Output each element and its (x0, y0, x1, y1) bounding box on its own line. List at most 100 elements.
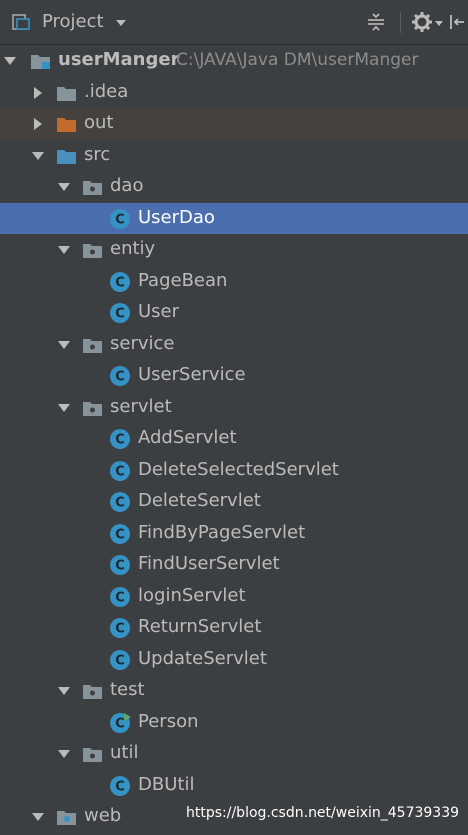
package-label: service (110, 332, 175, 354)
class-label: FindUserServlet (138, 553, 280, 574)
project-toolbar: Project (0, 0, 468, 45)
svg-text:C: C (115, 212, 125, 227)
chevron-down-icon[interactable] (57, 684, 71, 698)
svg-text:C: C (115, 370, 125, 385)
tree-row-deleteservlet[interactable]: C DeleteServlet (0, 486, 468, 518)
chevron-down-icon[interactable] (57, 747, 71, 761)
chevron-right-icon[interactable] (31, 86, 45, 100)
package-label: servlet (110, 395, 172, 417)
chevron-down-icon[interactable] (31, 810, 45, 824)
package-icon (83, 401, 102, 416)
java-class-icon: C (110, 523, 130, 544)
tree-row-addservlet[interactable]: C AddServlet (0, 423, 468, 455)
source-folder-icon (57, 149, 76, 164)
web-folder-icon (57, 811, 76, 825)
tree-row-userservice[interactable]: C UserService (0, 360, 468, 392)
project-root-path: C:\JAVA\Java DM\userManger (176, 50, 419, 70)
svg-text:C: C (115, 590, 125, 605)
chevron-down-icon[interactable] (3, 54, 17, 68)
package-label: entiy (110, 238, 156, 259)
class-label: UserDao (138, 206, 215, 228)
package-icon (83, 748, 102, 762)
chevron-down-icon[interactable] (31, 149, 45, 163)
java-class-icon: C (110, 775, 130, 796)
tree-row-service[interactable]: service (0, 329, 468, 361)
tree-row-out[interactable]: out (0, 108, 468, 140)
class-label: Person (138, 710, 199, 732)
gear-icon[interactable] (411, 11, 433, 33)
tree-row-person[interactable]: C Person (0, 707, 468, 739)
tree-row-deleteselectedservlet[interactable]: C DeleteSelectedServlet (0, 455, 468, 487)
folder-label: src (84, 143, 111, 165)
package-label: dao (110, 175, 144, 196)
excluded-folder-icon (57, 118, 76, 132)
chevron-down-icon[interactable] (57, 401, 71, 415)
chevron-down-icon[interactable] (57, 243, 71, 257)
toolbar-separator (400, 11, 401, 33)
class-label: loginServlet (138, 584, 246, 606)
java-class-icon: C (110, 649, 130, 670)
class-label: UserService (138, 364, 246, 385)
svg-text:C: C (115, 559, 125, 574)
java-class-icon: C (110, 366, 130, 386)
folder-label: out (84, 112, 114, 133)
tree-row-user[interactable]: C User (0, 297, 468, 329)
folder-label: web (84, 805, 122, 826)
svg-text:C: C (115, 275, 125, 290)
tree-row-returnservlet[interactable]: C ReturnServlet (0, 612, 468, 644)
class-label: ReturnServlet (138, 616, 262, 637)
tree-row-idea[interactable]: .idea (0, 77, 468, 109)
tree-row-entiy[interactable]: entiy (0, 234, 468, 266)
tree-row-util[interactable]: util (0, 738, 468, 770)
svg-text:C: C (115, 433, 125, 448)
java-class-icon: C (110, 492, 130, 512)
class-label: UpdateServlet (138, 647, 267, 669)
chevron-down-icon[interactable] (116, 20, 126, 26)
tree-row-dbutil[interactable]: C DBUtil (0, 770, 468, 802)
tree-row-root[interactable]: userManger C:\JAVA\Java DM\userManger (0, 45, 468, 77)
java-class-icon: C (110, 429, 130, 449)
java-class-icon: C (110, 271, 130, 292)
tree-row-findbypageservlet[interactable]: C FindByPageServlet (0, 518, 468, 550)
svg-text:C: C (115, 464, 125, 479)
class-label: PageBean (138, 269, 228, 291)
tree-row-pagebean[interactable]: C PageBean (0, 266, 468, 298)
tree-row-servlet[interactable]: servlet (0, 392, 468, 424)
gear-dropdown-icon[interactable] (435, 21, 443, 26)
project-view-icon (12, 14, 30, 30)
svg-text:C: C (115, 779, 125, 794)
tree-row-updateservlet[interactable]: C UpdateServlet (0, 644, 468, 676)
project-view-title[interactable]: Project (42, 11, 104, 32)
tree-row-src[interactable]: src (0, 140, 468, 172)
chevron-right-icon[interactable] (31, 117, 45, 131)
package-label: test (110, 679, 145, 700)
class-label: DeleteSelectedServlet (138, 458, 339, 480)
watermark-text: https://blog.csdn.net/weixin_45739339 (186, 805, 460, 821)
java-class-icon: C (110, 303, 130, 323)
tree-row-userdao[interactable]: C UserDao (0, 202, 468, 234)
chevron-down-icon[interactable] (57, 338, 71, 352)
class-label: FindByPageServlet (138, 521, 306, 543)
svg-text:C: C (115, 653, 125, 668)
svg-text:C: C (115, 716, 125, 731)
hide-panel-icon[interactable] (449, 11, 465, 33)
tree-row-test[interactable]: test (0, 675, 468, 707)
chevron-down-icon[interactable] (57, 180, 71, 194)
class-label: User (138, 301, 180, 322)
svg-text:C: C (115, 527, 125, 542)
package-label: util (110, 742, 139, 763)
svg-text:C: C (115, 496, 125, 511)
project-root-name: userManger (58, 49, 180, 70)
tree-row-dao[interactable]: dao (0, 171, 468, 203)
class-label: DBUtil (138, 773, 195, 795)
module-folder-icon (31, 55, 50, 69)
package-icon (83, 244, 102, 258)
class-label: DeleteServlet (138, 490, 261, 511)
package-icon (83, 181, 102, 195)
tree-row-finduserservlet[interactable]: C FindUserServlet (0, 549, 468, 581)
collapse-all-icon[interactable] (365, 11, 387, 33)
java-class-icon: C (110, 460, 130, 481)
class-label: AddServlet (138, 427, 237, 448)
svg-text:C: C (115, 307, 125, 322)
tree-row-loginservlet[interactable]: C loginServlet (0, 581, 468, 613)
